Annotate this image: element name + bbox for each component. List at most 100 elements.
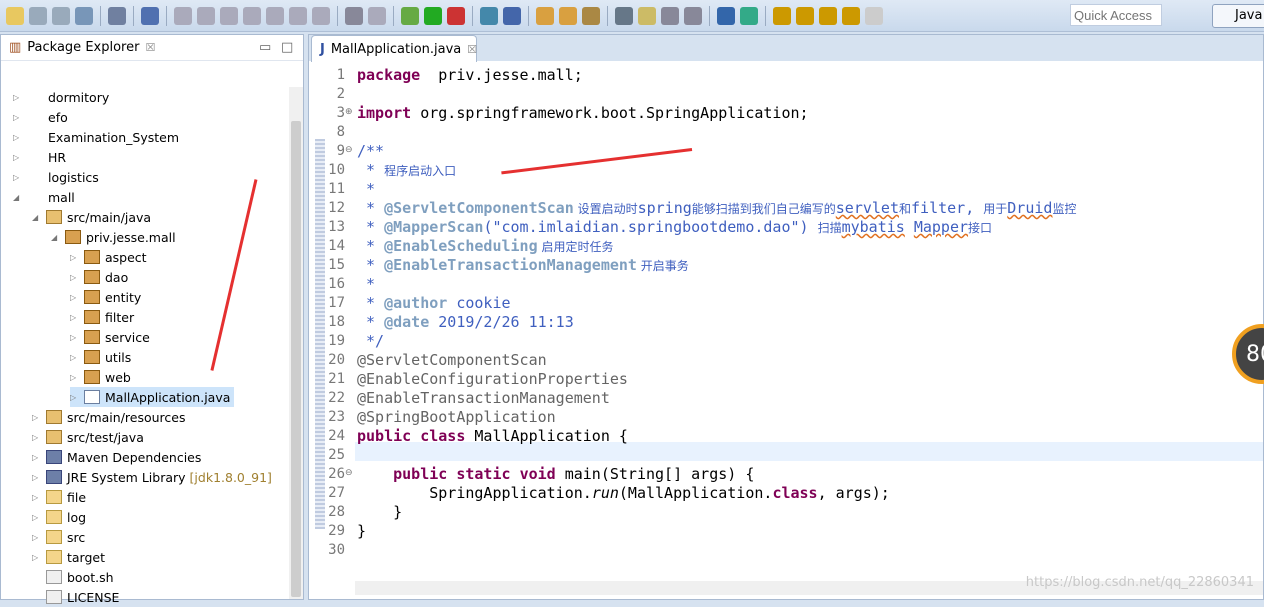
toolbar-button-icon[interactable]: [401, 6, 419, 25]
toolbar-button-icon[interactable]: [312, 6, 330, 25]
collapsed-icon[interactable]: ▷: [13, 153, 23, 162]
tree-item[interactable]: ▷ HR: [13, 147, 66, 167]
tree-item[interactable]: ▷ log: [32, 507, 86, 527]
toolbar-button-icon[interactable]: [289, 6, 307, 25]
tree-item[interactable]: ▷ target: [32, 547, 105, 567]
tree-item[interactable]: ▷ JRE System Library [jdk1.8.0_91]: [32, 467, 272, 487]
toolbar-button-icon[interactable]: [108, 6, 126, 25]
toolbar-button-icon[interactable]: [865, 6, 883, 25]
toolbar-button-icon[interactable]: [559, 6, 577, 25]
tree-item[interactable]: ▷ filter: [70, 307, 134, 327]
toolbar-button-icon[interactable]: [536, 6, 554, 25]
toolbar-button-icon[interactable]: [717, 6, 735, 25]
toolbar-button-icon[interactable]: [773, 6, 791, 25]
collapsed-icon[interactable]: ▷: [13, 93, 23, 102]
code-editor[interactable]: J MallApplication.java ☒ 1 package priv.j…: [308, 34, 1264, 600]
tab-package-explorer[interactable]: ▥ Package Explorer ☒ ▭ □: [1, 35, 303, 61]
tree-item[interactable]: ▷ src/test/java: [32, 427, 144, 447]
tree-item[interactable]: ▷ aspect: [70, 247, 147, 267]
collapsed-icon[interactable]: ▷: [70, 393, 80, 402]
toolbar-button-icon[interactable]: [197, 6, 215, 25]
toolbar-button-icon[interactable]: [842, 6, 860, 25]
tree-item[interactable]: ◢ priv.jesse.mall: [51, 227, 176, 247]
tree-item[interactable]: ▷ src/main/resources: [32, 407, 185, 427]
fold-icon[interactable]: ⊖: [345, 145, 353, 155]
collapsed-icon[interactable]: ▷: [13, 113, 23, 122]
tree-item[interactable]: ▷ service: [70, 327, 150, 347]
tree-item[interactable]: ▷ web: [70, 367, 131, 387]
expanded-icon[interactable]: ◢: [51, 233, 61, 242]
toolbar-button-icon[interactable]: [52, 6, 70, 25]
project-icon: [27, 130, 43, 144]
toolbar-button-icon[interactable]: [243, 6, 261, 25]
expanded-icon[interactable]: ◢: [13, 193, 23, 202]
toolbar-button-icon[interactable]: [424, 6, 442, 25]
tree-item[interactable]: ▷ utils: [70, 347, 131, 367]
tree-item[interactable]: ◢ mall: [13, 187, 75, 207]
toolbar-button-icon[interactable]: [141, 6, 159, 25]
toolbar-separator: [472, 5, 473, 26]
collapsed-icon[interactable]: ▷: [70, 253, 80, 262]
toolbar-button-icon[interactable]: [174, 6, 192, 25]
collapsed-icon[interactable]: ▷: [32, 473, 42, 482]
collapsed-icon[interactable]: ▷: [32, 453, 42, 462]
tree-item[interactable]: ▷ dao: [70, 267, 128, 287]
collapsed-icon[interactable]: ▷: [13, 133, 23, 142]
tree-item[interactable]: ▷ file: [32, 487, 86, 507]
toolbar-button-icon[interactable]: [582, 6, 600, 25]
java-perspective-button[interactable]: Java: [1212, 4, 1264, 28]
collapsed-icon[interactable]: ▷: [32, 413, 42, 422]
collapsed-icon[interactable]: ▷: [32, 513, 42, 522]
tree-item[interactable]: LICENSE: [32, 587, 119, 607]
scrollbar-thumb[interactable]: [291, 121, 301, 597]
tree-item[interactable]: ▷ logistics: [13, 167, 99, 187]
collapsed-icon[interactable]: ▷: [32, 553, 42, 562]
tree-item[interactable]: ▷ src: [32, 527, 85, 547]
close-icon[interactable]: ☒: [467, 43, 477, 56]
toolbar-button-icon[interactable]: [480, 6, 498, 25]
toolbar-button-icon[interactable]: [638, 6, 656, 25]
toolbar-button-icon[interactable]: [615, 6, 633, 25]
tab-mallapplication-java[interactable]: J MallApplication.java ☒: [311, 35, 477, 62]
tree-item[interactable]: ▷ efo: [13, 107, 68, 127]
collapsed-icon[interactable]: ▷: [70, 273, 80, 282]
minimize-icon[interactable]: ▭: [259, 40, 271, 55]
toolbar-button-icon[interactable]: [819, 6, 837, 25]
expanded-icon[interactable]: ◢: [32, 213, 42, 222]
tree-item[interactable]: ▷ MallApplication.java: [70, 387, 235, 407]
tree-item[interactable]: ▷ Examination_System: [13, 127, 179, 147]
collapsed-icon[interactable]: ▷: [70, 293, 80, 302]
toolbar-button-icon[interactable]: [684, 6, 702, 25]
toolbar-button-icon[interactable]: [220, 6, 238, 25]
toolbar-button-icon[interactable]: [29, 6, 47, 25]
quick-access-input[interactable]: [1070, 4, 1162, 26]
collapsed-icon[interactable]: ▷: [70, 353, 80, 362]
collapsed-icon[interactable]: ▷: [32, 493, 42, 502]
toolbar-button-icon[interactable]: [345, 6, 363, 25]
collapsed-icon[interactable]: ▷: [32, 433, 42, 442]
collapsed-icon[interactable]: ▷: [70, 373, 80, 382]
toolbar-button-icon[interactable]: [740, 6, 758, 25]
vertical-scrollbar[interactable]: [289, 87, 303, 599]
collapsed-icon[interactable]: ▷: [70, 313, 80, 322]
collapsed-icon[interactable]: ▷: [13, 173, 23, 182]
toolbar-button-icon[interactable]: [368, 6, 386, 25]
maximize-icon[interactable]: □: [281, 40, 293, 55]
toolbar-button-icon[interactable]: [266, 6, 284, 25]
tree-item[interactable]: boot.sh: [32, 567, 114, 587]
collapsed-icon[interactable]: ▷: [32, 533, 42, 542]
close-icon[interactable]: ☒: [145, 41, 155, 54]
toolbar-button-icon[interactable]: [796, 6, 814, 25]
tree-item[interactable]: ◢ src/main/java: [32, 207, 151, 227]
toolbar-button-icon[interactable]: [6, 6, 24, 25]
collapsed-icon[interactable]: ▷: [70, 333, 80, 342]
tree-item[interactable]: ▷ dormitory: [13, 87, 109, 107]
toolbar-button-icon[interactable]: [661, 6, 679, 25]
toolbar-button-icon[interactable]: [75, 6, 93, 25]
tree-item[interactable]: ▷ entity: [70, 287, 141, 307]
toolbar-button-icon[interactable]: [447, 6, 465, 25]
tree-item[interactable]: ▷ Maven Dependencies: [32, 447, 201, 467]
fold-icon[interactable]: ⊕: [345, 107, 353, 117]
toolbar-button-icon[interactable]: [503, 6, 521, 25]
fold-icon[interactable]: ⊖: [345, 468, 353, 478]
